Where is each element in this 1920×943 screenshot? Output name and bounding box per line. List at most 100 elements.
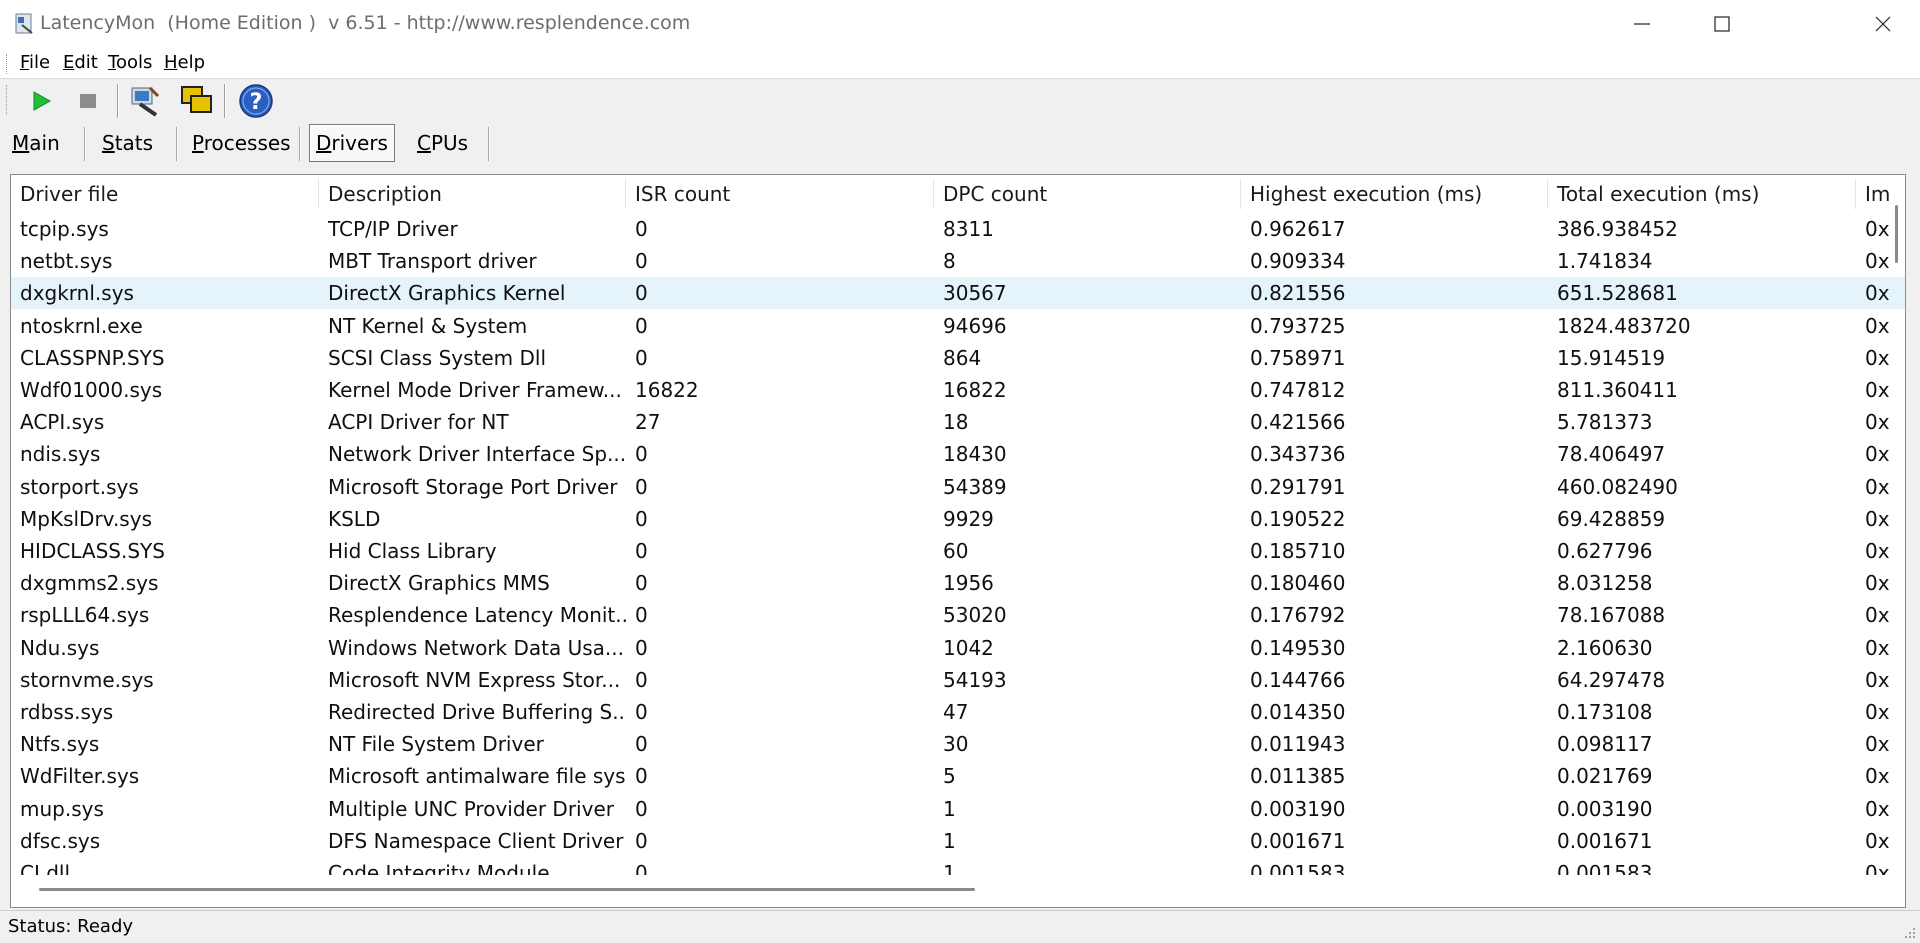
cell-description: NT Kernel & System (328, 313, 528, 338)
cell-highest-execution: 0.003190 (1250, 796, 1346, 821)
cell-description: Multiple UNC Provider Driver (328, 796, 614, 821)
table-row[interactable]: ndis.sys Network Driver Interface Sp... 0 1… (11, 438, 1905, 470)
window-title: LatencyMon (Home Edition ) v 6.51 - http… (40, 12, 691, 34)
cell-im: 0x (1865, 217, 1890, 241)
table-row[interactable]: dfsc.sys DFS Namespace Client Driver 0 1 0.0… (11, 825, 1905, 857)
tab-main[interactable]: Main (6, 125, 66, 161)
tab-cpus[interactable]: CPUs (411, 125, 474, 161)
column-header-description[interactable]: Description (319, 179, 626, 209)
close-button[interactable] (1848, 0, 1918, 48)
table-row[interactable]: tcpip.sys TCP/IP Driver 0 8311 0.962617 386.9… (11, 213, 1905, 245)
table-row[interactable]: HIDCLASS.SYS Hid Class Library 0 60 0.185710… (11, 535, 1905, 567)
driver-tool-button[interactable] (126, 82, 164, 120)
cell-dpc-count: 16822 (943, 378, 1007, 402)
maximize-button[interactable] (1687, 0, 1757, 48)
tab-processes[interactable]: Processes (186, 125, 297, 161)
table-row[interactable]: mup.sys Multiple UNC Provider Driver 0 1 0.0… (11, 793, 1905, 825)
horizontal-scroll-thumb[interactable] (39, 888, 975, 891)
menu-edit-label: dit (74, 52, 98, 73)
resize-grip-icon[interactable] (1904, 927, 1916, 939)
cell-total-execution: 1.741834 (1557, 249, 1653, 274)
table-row[interactable]: ACPI.sys ACPI Driver for NT 27 18 0.421566 5.… (11, 406, 1905, 438)
cell-isr-count: 0 (635, 603, 648, 628)
cell-isr-count: 0 (635, 700, 648, 724)
cell-dpc-count: 54389 (943, 474, 1007, 499)
table-row[interactable]: netbt.sys MBT Transport driver 0 8 0.909334 1… (11, 245, 1905, 277)
vertical-scroll-thumb[interactable] (1895, 205, 1898, 263)
table-row[interactable]: rdbss.sys Redirected Drive Buffering S...… (11, 696, 1905, 728)
cell-driver-file: storport.sys (20, 474, 139, 499)
table-row[interactable]: stornvme.sys Microsoft NVM Express Stor..… (11, 664, 1905, 696)
column-header-isr-count[interactable]: ISR count (626, 179, 934, 209)
cell-im: 0x (1865, 635, 1890, 660)
close-icon (1875, 16, 1891, 32)
windows-icon (181, 86, 212, 113)
cell-driver-file: mup.sys (20, 796, 104, 821)
toolbar-grip (6, 85, 10, 115)
cell-highest-execution: 0.343736 (1250, 442, 1346, 467)
table-row[interactable]: ntoskrnl.exe NT Kernel & System 0 94696 0.79… (11, 310, 1905, 342)
cell-isr-count: 0 (635, 796, 648, 821)
table-row[interactable]: storport.sys Microsoft Storage Port Drive… (11, 471, 1905, 503)
cell-description: Redirected Drive Buffering S... (328, 700, 626, 724)
stop-button[interactable] (69, 82, 107, 120)
menu-tools[interactable]: Tools (108, 52, 152, 73)
cell-total-execution: 15.914519 (1557, 345, 1666, 370)
cell-driver-file: tcpip.sys (20, 217, 109, 241)
table-row[interactable]: CLASSPNP.SYS SCSI Class System Dll 0 864 0.7… (11, 342, 1905, 374)
column-header-driver-file[interactable]: Driver file (11, 179, 319, 209)
column-header-highest-execution[interactable]: Highest execution (ms) (1241, 179, 1548, 209)
column-header-im[interactable]: Im (1856, 179, 1891, 209)
cell-total-execution: 0.098117 (1557, 732, 1653, 757)
table-row[interactable]: dxgmms2.sys DirectX Graphics MMS 0 1956 0.18… (11, 567, 1905, 599)
tab-separator (176, 127, 178, 161)
menu-edit[interactable]: Edit (63, 52, 98, 73)
table-row[interactable]: rspLLL64.sys Resplendence Latency Monit..… (11, 599, 1905, 631)
cell-description: DirectX Graphics MMS (328, 571, 550, 596)
cell-dpc-count: 1042 (943, 635, 994, 660)
cell-total-execution: 0.627796 (1557, 539, 1653, 563)
cell-description: Kernel Mode Driver Framew... (328, 378, 622, 402)
cell-im: 0x (1865, 667, 1890, 692)
cell-total-execution: 386.938452 (1557, 217, 1678, 241)
cell-isr-count: 0 (635, 442, 648, 467)
menu-tools-label: ools (115, 52, 153, 73)
drivers-list[interactable]: Driver file Description ISR count DPC co… (10, 174, 1906, 908)
cell-isr-count: 27 (635, 410, 661, 435)
cell-im: 0x (1865, 571, 1890, 596)
help-button[interactable]: ? (237, 82, 275, 120)
cell-description: DFS Namespace Client Driver (328, 828, 624, 853)
table-row[interactable]: Ntfs.sys NT File System Driver 0 30 0.011943… (11, 728, 1905, 760)
driver-tool-icon (131, 86, 160, 117)
table-row[interactable]: MpKslDrv.sys KSLD 0 9929 0.190522 69.428859 0x (11, 503, 1905, 535)
cell-driver-file: netbt.sys (20, 249, 113, 274)
cell-driver-file: dfsc.sys (20, 828, 101, 853)
menu-help[interactable]: Help (164, 52, 205, 73)
cell-highest-execution: 0.144766 (1250, 667, 1346, 692)
cell-isr-count: 0 (635, 506, 648, 531)
minimize-button[interactable] (1607, 0, 1677, 48)
cell-dpc-count: 54193 (943, 667, 1007, 692)
tab-stats[interactable]: Stats (96, 125, 159, 161)
horizontal-scrollbar[interactable] (11, 875, 1891, 905)
tab-drivers[interactable]: Drivers (309, 124, 395, 162)
menu-file[interactable]: File (20, 52, 50, 73)
cell-im: 0x (1865, 764, 1890, 789)
table-row[interactable]: Ndu.sys Windows Network Data Usa... 0 1042 0… (11, 632, 1905, 664)
column-header-total-execution[interactable]: Total execution (ms) (1548, 179, 1856, 209)
cell-driver-file: Wdf01000.sys (20, 378, 163, 402)
table-row[interactable]: dxgkrnl.sys DirectX Graphics Kernel 0 30567… (11, 277, 1905, 310)
cell-isr-count: 16822 (635, 378, 699, 402)
column-header-dpc-count[interactable]: DPC count (934, 179, 1241, 209)
menu-grip (6, 54, 10, 74)
cell-description: Hid Class Library (328, 539, 497, 563)
table-row[interactable]: WdFilter.sys Microsoft antimalware file s… (11, 760, 1905, 792)
menu-edit-mnemonic: E (63, 52, 75, 73)
windows-button[interactable] (178, 82, 216, 120)
start-button[interactable] (22, 82, 60, 120)
cell-im: 0x (1865, 700, 1890, 724)
vertical-scrollbar[interactable] (1891, 175, 1905, 867)
tab-main-label: ain (29, 131, 60, 155)
table-row[interactable]: Wdf01000.sys Kernel Mode Driver Framew...… (11, 374, 1905, 406)
cell-total-execution: 0.001671 (1557, 828, 1653, 853)
